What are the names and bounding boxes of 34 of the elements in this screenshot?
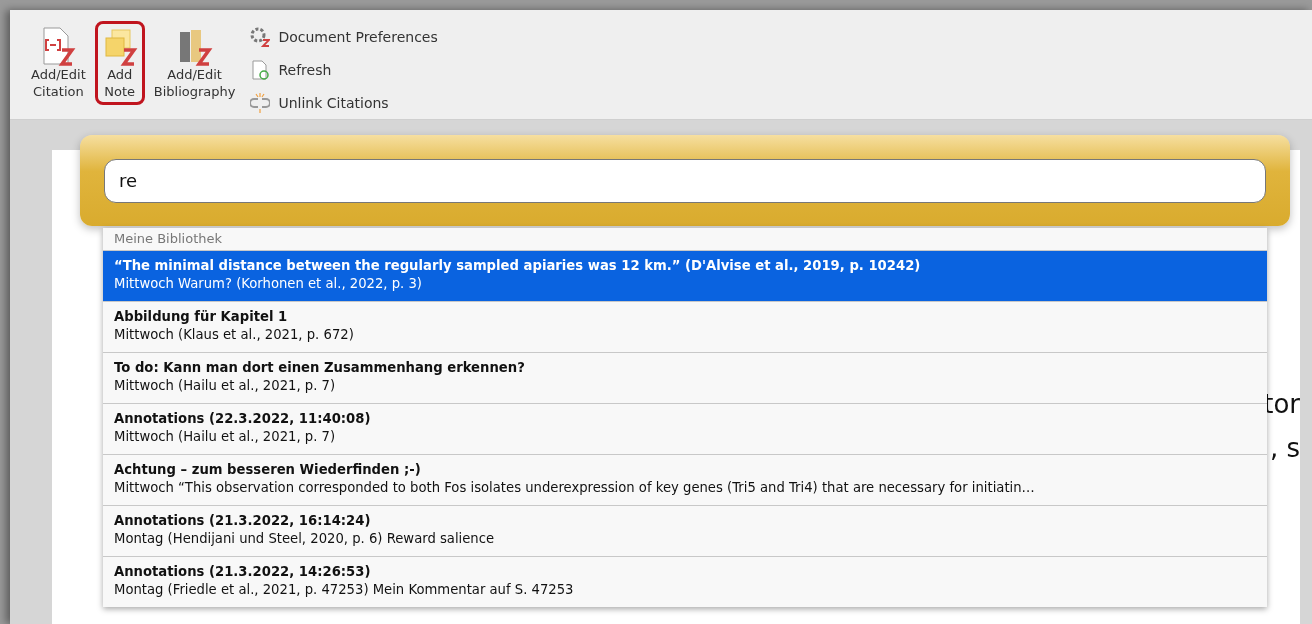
gear-icon	[250, 26, 271, 47]
result-item[interactable]: Annotations (21.3.2022, 14:26:53) Montag (Friedle et al., 2021, p. 47253) Mein Kommentar auf S. 47253	[103, 556, 1267, 607]
result-title: To do: Kann man dort einen Zusammenhang erkennen?	[114, 360, 526, 375]
result-detail: Montag (Hendijani und Steel, 2020, p. 6) Reward salience	[114, 531, 496, 546]
result-title: Annotations (21.3.2022, 14:26:53)	[114, 564, 372, 579]
result-title: Achtung – zum besseren Wiederfinden ;-)	[114, 462, 422, 477]
toolbar-button[interactable]: Document Preferences	[250, 24, 438, 49]
document-text: , s	[1269, 432, 1300, 464]
toolbar-button[interactable]: Add Note	[94, 21, 145, 105]
result-detail: Mittwoch “This observation corresponded to both Fos isolates underexpression of key genes (Tri5 and Tri4) that are necessary for initiatin…	[114, 480, 1036, 495]
result-detail: Mittwoch (Hailu et al., 2021, p. 7)	[114, 378, 337, 393]
result-title: “The minimal distance between the regularly sampled apiaries was 12 km.” (D'Alvise et al., 2019, p. 10242)	[114, 258, 922, 273]
toolbar-button[interactable]: Add/Edit Bibliography	[146, 21, 243, 105]
result-item[interactable]: Achtung – zum besseren Wiederfinden ;-) Mittwoch “This observation corresponded to both Fos isolates underexpression of key genes (Tri5 and Tri4) that are necessary for initiatin…	[103, 454, 1267, 505]
result-title: Abbildung für Kapitel 1	[114, 309, 289, 324]
refresh-document-icon	[250, 59, 271, 80]
document-icon	[40, 26, 77, 66]
result-detail: Mittwoch (Hailu et al., 2021, p. 7)	[114, 429, 337, 444]
toolbar-button[interactable]: Add/Edit Citation	[24, 21, 93, 105]
section-heading: Meine Bibliothek	[113, 230, 224, 248]
result-detail: Mittwoch Warum? (Korhonen et al., 2022, p. 3)	[114, 276, 423, 291]
result-title: Annotations (22.3.2022, 11:40:08)	[114, 411, 372, 426]
result-item[interactable]: Annotations (21.3.2022, 16:14:24) Montag (Hendijani und Steel, 2020, p. 6) Reward salience	[103, 505, 1267, 556]
toolbar-button[interactable]: Unlink Citations	[250, 90, 438, 115]
result-item[interactable]: Abbildung für Kapitel 1 Mittwoch (Klaus et al., 2021, p. 672)	[103, 301, 1267, 352]
result-title: Annotations (21.3.2022, 16:14:24)	[114, 513, 372, 528]
result-detail: Montag (Friedle et al., 2021, p. 47253) Mein Kommentar auf S. 47253	[114, 582, 575, 597]
result-item[interactable]: “The minimal distance between the regularly sampled apiaries was 12 km.” (D'Alvise et al., 2019, p. 10242) Mittwoch Warum? (Korhonen et al., 2022, p. 3)	[103, 250, 1267, 301]
result-item[interactable]: Annotations (22.3.2022, 11:40:08) Mittwoch (Hailu et al., 2021, p. 7)	[103, 403, 1267, 454]
result-detail: Mittwoch (Klaus et al., 2021, p. 672)	[114, 327, 355, 342]
toolbar-button[interactable]: Refresh	[250, 57, 438, 82]
broken-link-icon	[250, 92, 271, 113]
search-field[interactable]: re	[104, 158, 1266, 203]
result-item[interactable]: To do: Kann man dort einen Zusammenhang erkennen? Mittwoch (Hailu et al., 2021, p. 7)	[103, 352, 1267, 403]
